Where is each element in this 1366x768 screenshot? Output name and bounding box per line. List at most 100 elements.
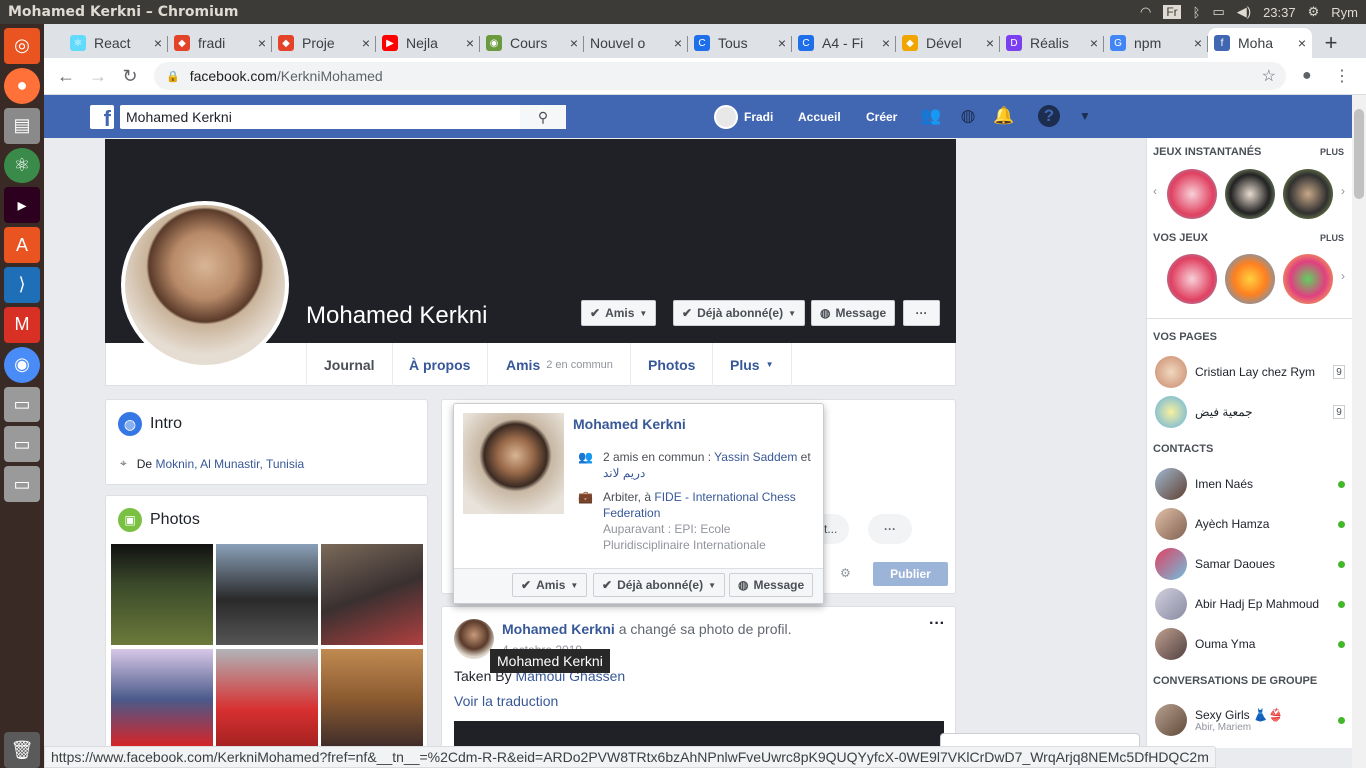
- menu-icon[interactable]: ⋮: [1334, 66, 1350, 86]
- wifi-icon[interactable]: ◠: [1140, 4, 1151, 20]
- hovercard-following-button[interactable]: ✔ Déjà abonné(e) ▼: [593, 573, 725, 597]
- contact-item[interactable]: Imen Naés: [1155, 467, 1345, 501]
- browser-tab[interactable]: ◆ fradi ×: [168, 28, 272, 58]
- new-tab-button[interactable]: +: [1316, 28, 1346, 58]
- notifications-icon[interactable]: 🔔: [993, 105, 1015, 127]
- post-author[interactable]: Mohamed Kerkni: [502, 621, 615, 637]
- browser-tab[interactable]: Nouvel o ×: [584, 28, 688, 58]
- software-icon[interactable]: A: [4, 227, 40, 264]
- instant-games-more-link[interactable]: PLUS: [1320, 147, 1344, 157]
- photo-thumbnail[interactable]: [216, 544, 318, 645]
- your-games-more-link[interactable]: PLUS: [1320, 233, 1344, 243]
- tab-about[interactable]: À propos: [392, 343, 489, 386]
- friend-requests-icon[interactable]: 👥: [920, 105, 942, 127]
- game-thumbnail[interactable]: [1167, 169, 1217, 219]
- clock[interactable]: 23:37: [1263, 5, 1296, 20]
- messenger-icon[interactable]: ◍: [957, 105, 979, 127]
- bluetooth-icon[interactable]: ᛒ: [1193, 5, 1201, 20]
- battery-icon[interactable]: ▭: [1212, 4, 1224, 20]
- see-translation-link[interactable]: Voir la traduction: [454, 693, 558, 709]
- page-item[interactable]: جمعية فيض 9: [1155, 395, 1345, 429]
- composer-more-button[interactable]: ···: [868, 514, 912, 544]
- page-scrollbar[interactable]: [1352, 95, 1366, 768]
- browser-tab[interactable]: ⚛ React ×: [64, 28, 168, 58]
- close-icon[interactable]: ×: [882, 35, 890, 51]
- address-bar[interactable]: 🔒 facebook.com/KerkniMohamed ☆: [154, 62, 1286, 90]
- game-thumbnail[interactable]: [1225, 169, 1275, 219]
- browser-tab[interactable]: ▶ Nejla ×: [376, 28, 480, 58]
- close-icon[interactable]: ×: [986, 35, 994, 51]
- search-input[interactable]: [120, 106, 520, 128]
- atom-icon[interactable]: ⚛: [4, 147, 40, 184]
- photo-thumbnail[interactable]: [321, 649, 423, 750]
- files-icon[interactable]: ▤: [4, 107, 40, 144]
- post-options-button[interactable]: ···: [929, 615, 945, 633]
- create-link[interactable]: Créer: [866, 95, 897, 138]
- profile-icon[interactable]: ●: [1302, 67, 1312, 85]
- drive-icon[interactable]: ▭: [4, 386, 40, 423]
- home-link[interactable]: Accueil: [798, 95, 841, 138]
- close-icon[interactable]: ×: [466, 35, 474, 51]
- settings-icon[interactable]: ⚙: [840, 566, 851, 580]
- friends-button[interactable]: ✔ Amis ▼: [581, 300, 657, 326]
- bookmark-star-icon[interactable]: ☆: [1262, 66, 1276, 86]
- volume-icon[interactable]: ◀): [1237, 4, 1251, 20]
- browser-tab[interactable]: ◉ Cours ×: [480, 28, 584, 58]
- terminal-icon[interactable]: ▸: [4, 187, 40, 224]
- trash-icon[interactable]: 🗑: [4, 732, 40, 768]
- browser-tab[interactable]: C A4 - Fi ×: [792, 28, 896, 58]
- chevron-right-icon[interactable]: ›: [1341, 269, 1345, 283]
- tab-friends[interactable]: Amis 2 en commun: [489, 343, 631, 386]
- hovercard-name[interactable]: Mohamed Kerkni: [573, 416, 686, 432]
- close-icon[interactable]: ×: [674, 35, 682, 51]
- publish-button[interactable]: Publier: [873, 562, 948, 586]
- browser-tab[interactable]: ◆ Proje ×: [272, 28, 376, 58]
- mutual-friend-link[interactable]: دريم لاند: [603, 466, 645, 480]
- forward-icon[interactable]: →: [82, 66, 114, 87]
- contact-item[interactable]: Ouma Yma: [1155, 627, 1345, 661]
- hovercard-friends-button[interactable]: ✔ Amis ▼: [512, 573, 588, 597]
- mutual-friend-link[interactable]: Yassin Saddem: [714, 450, 797, 464]
- close-icon[interactable]: ×: [1298, 35, 1306, 51]
- user-profile-link[interactable]: Fradi: [714, 95, 773, 138]
- chromium-icon[interactable]: ◉: [4, 346, 40, 383]
- tab-more[interactable]: Plus ▼: [713, 343, 792, 386]
- reload-icon[interactable]: ↻: [114, 66, 146, 87]
- page-item[interactable]: Cristian Lay chez Rym 9: [1155, 355, 1345, 389]
- close-icon[interactable]: ×: [154, 35, 162, 51]
- user-name[interactable]: Rym: [1331, 5, 1358, 20]
- tab-journal[interactable]: Journal: [306, 343, 393, 386]
- gmail-icon[interactable]: M: [4, 306, 40, 343]
- photo-thumbnail[interactable]: [111, 649, 213, 750]
- following-button[interactable]: ✔ Déjà abonné(e) ▼: [673, 300, 805, 326]
- vscode-icon[interactable]: ⟩: [4, 267, 40, 303]
- contact-item[interactable]: Abir Hadj Ep Mahmoud: [1155, 587, 1345, 621]
- firefox-icon[interactable]: ●: [4, 67, 40, 104]
- group-conversation[interactable]: Sexy Girls 👗👙 Abir, Mariem: [1155, 700, 1345, 740]
- game-thumbnail[interactable]: [1283, 254, 1333, 304]
- close-icon[interactable]: ×: [1090, 35, 1098, 51]
- photo-thumbnail[interactable]: [216, 649, 318, 750]
- hovercard-photo[interactable]: [463, 413, 564, 514]
- more-options-button[interactable]: ···: [903, 300, 940, 326]
- profile-name[interactable]: Mohamed Kerkni: [306, 302, 487, 330]
- contact-item[interactable]: Samar Daoues: [1155, 547, 1345, 581]
- browser-tab[interactable]: Gnpm ×: [1104, 28, 1208, 58]
- chevron-left-icon[interactable]: ‹: [1153, 184, 1157, 198]
- chevron-right-icon[interactable]: ›: [1341, 184, 1345, 198]
- browser-tab[interactable]: C Tous ×: [688, 28, 792, 58]
- contact-item[interactable]: Ayèch Hamza: [1155, 507, 1345, 541]
- photo-thumbnail[interactable]: [111, 544, 213, 645]
- avatar[interactable]: [454, 619, 494, 659]
- close-icon[interactable]: ×: [258, 35, 266, 51]
- message-button[interactable]: ◍ Message: [811, 300, 896, 326]
- tab-photos[interactable]: Photos: [631, 343, 714, 386]
- profile-picture[interactable]: [121, 201, 289, 369]
- help-icon[interactable]: ?: [1038, 105, 1060, 127]
- browser-tab[interactable]: ◆ Dével ×: [896, 28, 1000, 58]
- game-thumbnail[interactable]: [1283, 169, 1333, 219]
- game-thumbnail[interactable]: [1167, 254, 1217, 304]
- hovercard-message-button[interactable]: ◍ Message: [729, 573, 814, 597]
- close-icon[interactable]: ×: [778, 35, 786, 51]
- browser-tab[interactable]: D Réalis ×: [1000, 28, 1104, 58]
